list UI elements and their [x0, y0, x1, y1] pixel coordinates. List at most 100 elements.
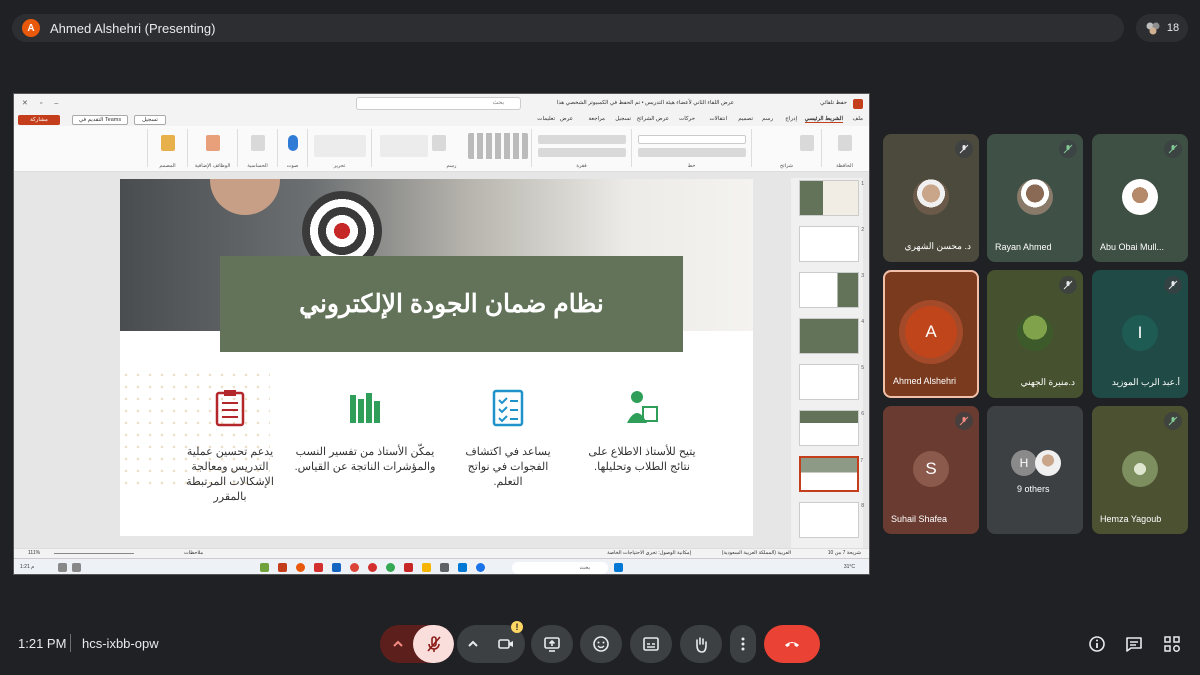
meeting-details-button[interactable]	[1085, 632, 1109, 656]
new-slide-icon[interactable]	[800, 135, 814, 151]
sensitivity-icon[interactable]	[251, 135, 265, 151]
designer-icon[interactable]	[161, 135, 175, 151]
tab-slideshow[interactable]: عرض الشرائح	[637, 116, 669, 122]
wifi-icon[interactable]	[58, 563, 67, 572]
slide-thumbnail[interactable]: 1	[799, 180, 864, 216]
alignment-buttons[interactable]	[538, 148, 626, 157]
present-in-teams-button[interactable]: التقديم في Teams	[72, 115, 128, 125]
participant-tile[interactable]: Abu Obai Mull...	[1092, 134, 1188, 262]
firefox-icon[interactable]	[296, 563, 305, 572]
app-icon[interactable]	[260, 563, 269, 572]
file-explorer-icon[interactable]	[422, 563, 431, 572]
shape-style-options[interactable]	[380, 135, 428, 157]
tab-help[interactable]: تعليمات	[537, 116, 555, 122]
activities-button[interactable]	[1160, 632, 1184, 656]
accessibility-status[interactable]: إمكانية الوصول: تحري الاحتياجات الخاصة	[607, 550, 691, 556]
edge-icon[interactable]	[476, 563, 485, 572]
slide-thumbnail[interactable]: 6	[799, 410, 864, 446]
app-icon[interactable]	[332, 563, 341, 572]
participant-tile[interactable]: د. محسن الشهري	[883, 134, 979, 262]
participant-tile-active-speaker[interactable]: A Ahmed Alshehri	[883, 270, 979, 398]
tab-animations[interactable]: حركات	[679, 116, 695, 122]
tab-home[interactable]: الشريط الرئيسي	[804, 116, 843, 123]
whatsapp-icon[interactable]	[386, 563, 395, 572]
font-format-buttons[interactable]	[638, 148, 746, 157]
taskbar-search[interactable]: بحث	[512, 562, 608, 574]
record-button[interactable]: تسجيل	[134, 115, 166, 125]
participant-tile[interactable]: S Suhail Shafea	[883, 406, 979, 534]
emoji-icon	[593, 636, 609, 652]
notes-button[interactable]: ملاحظات	[184, 550, 203, 556]
slide-thumbnail[interactable]: 3	[799, 272, 864, 308]
powerpoint-taskbar-icon[interactable]	[278, 563, 287, 572]
autosave-toggle[interactable]: حفظ تلقائي	[820, 100, 847, 106]
reactions-button[interactable]	[580, 625, 622, 663]
captions-button[interactable]	[630, 625, 672, 663]
weather-widget[interactable]: 31°C	[844, 564, 855, 570]
volume-icon[interactable]	[72, 563, 81, 572]
slide-thumbnail[interactable]: 2	[799, 226, 864, 262]
shapes-gallery[interactable]	[468, 133, 528, 159]
slide-canvas[interactable]: نظام ضمان الجودة الإلكتروني يتيح للأستاذ…	[120, 179, 753, 536]
ppt-search-box[interactable]: بحث	[356, 97, 521, 110]
app-icon[interactable]	[458, 563, 467, 572]
slide-thumbnail[interactable]: 8	[799, 502, 864, 538]
ppt-ribbon: الحافظة شرائح خط فقرة رسم تحرير صوت الحس…	[14, 126, 869, 172]
slide-thumbnail-active[interactable]: 7	[799, 456, 863, 492]
tab-transitions[interactable]: انتقالات	[710, 116, 728, 122]
raise-hand-button[interactable]	[680, 625, 722, 663]
share-button[interactable]: مشاركة	[18, 115, 60, 125]
zoom-level[interactable]: 111%	[28, 550, 40, 556]
tab-file[interactable]: ملف	[853, 116, 863, 122]
others-tile[interactable]: H 9 others	[987, 406, 1083, 534]
mic-options-button[interactable]	[380, 625, 416, 663]
mic-off-icon	[1164, 412, 1182, 430]
dictate-mic-icon[interactable]	[288, 135, 298, 151]
present-screen-button[interactable]	[531, 625, 573, 663]
participant-name: أ.عبد الرب الموزيد	[1111, 377, 1180, 387]
language-status[interactable]: العربية (المملكة العربية السعودية)	[722, 550, 791, 556]
paste-icon[interactable]	[838, 135, 852, 151]
app-icon[interactable]	[404, 563, 413, 572]
tab-record[interactable]: تسجيل	[615, 116, 631, 122]
camera-options-button[interactable]	[457, 625, 489, 663]
tab-design[interactable]: تصميم	[738, 116, 753, 122]
others-count-label: 9 others	[1017, 484, 1050, 494]
ribbon-group-slides: شرائح	[751, 129, 821, 169]
books-icon	[348, 389, 382, 427]
checklist-icon	[491, 389, 525, 427]
participant-tile[interactable]: I أ.عبد الرب الموزيد	[1092, 270, 1188, 398]
participant-avatar: S	[913, 451, 949, 487]
presenter-bar[interactable]: A Ahmed Alshehri (Presenting)	[12, 14, 1124, 42]
slide-thumbnail[interactable]: 5	[799, 364, 864, 400]
participant-tile[interactable]: Hemza Yagoub	[1092, 406, 1188, 534]
zoom-slider[interactable]	[54, 553, 134, 554]
opera-icon[interactable]	[368, 563, 377, 572]
paragraph-buttons[interactable]	[538, 135, 626, 144]
participant-tile[interactable]: Rayan Ahmed	[987, 134, 1083, 262]
shared-screen: ✕▫– بحث عرض اللقاء الثاني لأعضاء هيئة ال…	[13, 93, 870, 575]
leave-call-button[interactable]	[764, 625, 820, 663]
addins-icon[interactable]	[206, 135, 220, 151]
participant-tile[interactable]: د.منيرة الجهني	[987, 270, 1083, 398]
mic-toggle-button[interactable]	[413, 625, 454, 663]
tab-review[interactable]: مراجعة	[588, 116, 605, 122]
ribbon-group-voice: صوت	[277, 129, 307, 169]
arrange-icon[interactable]	[432, 135, 446, 151]
font-name-dropdown[interactable]	[638, 135, 746, 144]
slide-thumbnail[interactable]: 4	[799, 318, 864, 354]
window-controls[interactable]: ✕▫–	[22, 99, 70, 107]
chat-button[interactable]	[1122, 632, 1146, 656]
app-icon[interactable]	[314, 563, 323, 572]
windows-start-icon[interactable]	[614, 563, 623, 572]
participant-count: 18	[1166, 22, 1180, 34]
tab-view[interactable]: عرض	[560, 116, 573, 122]
tab-draw[interactable]: رسم	[762, 116, 773, 122]
app-icon[interactable]	[440, 563, 449, 572]
participants-button[interactable]: 18	[1136, 14, 1188, 42]
participant-photo	[1122, 179, 1158, 215]
more-options-button[interactable]	[730, 625, 756, 663]
find-replace-buttons[interactable]	[314, 135, 366, 157]
chrome-icon[interactable]	[350, 563, 359, 572]
tab-insert[interactable]: إدراج	[785, 116, 797, 122]
